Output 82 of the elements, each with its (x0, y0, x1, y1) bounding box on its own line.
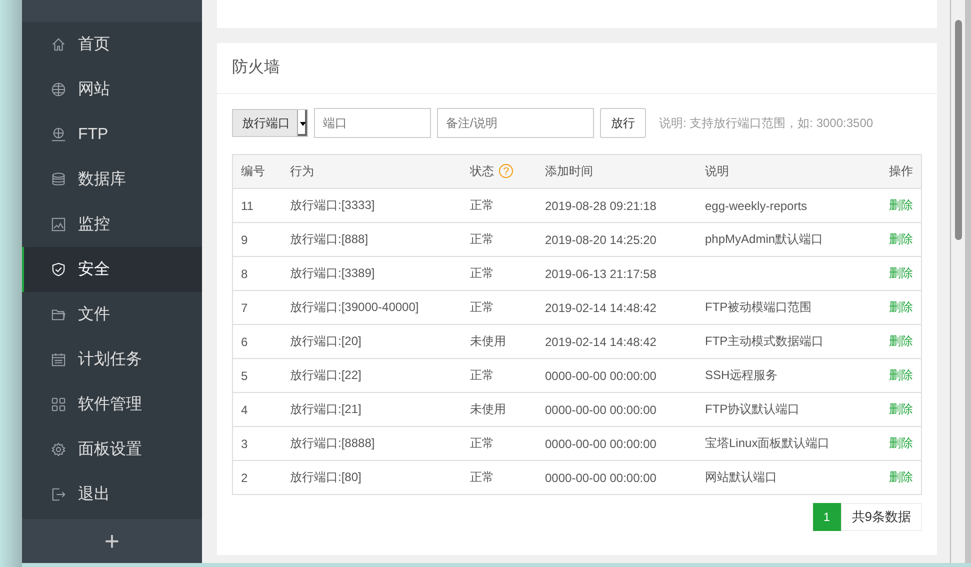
table-cell: 2019-08-28 09:21:18 (537, 188, 697, 222)
table-cell: 8 (232, 256, 282, 290)
sidebar-item[interactable]: FTP (22, 112, 202, 157)
table-cell: 0000-00-00 00:00:00 (537, 426, 697, 460)
sidebar-item[interactable]: 数据库 (22, 157, 202, 202)
table-cell: 放行端口:[888] (282, 222, 462, 256)
table-cell: 放行端口:[39000-40000] (282, 290, 462, 324)
sidebar-item[interactable]: 计划任务 (22, 337, 202, 382)
table-cell: 正常 (462, 256, 537, 290)
table-cell: 放行端口:[21] (282, 392, 462, 426)
table-cell: 9 (232, 222, 282, 256)
home-icon (51, 37, 66, 52)
table-cell: 网站默认端口 (705, 470, 777, 484)
table-cell: 正常 (462, 188, 537, 222)
column-header: 状态 ? (462, 154, 537, 188)
ftp-icon (51, 127, 66, 142)
table-cell: 11 (232, 188, 282, 222)
sidebar-item[interactable]: 网站 (22, 67, 202, 112)
sidebar-item[interactable]: 安全 (22, 247, 202, 292)
column-header: 行为 (282, 154, 462, 188)
database-icon (51, 172, 66, 187)
table-cell: 0000-00-00 00:00:00 (537, 392, 697, 426)
logout-icon (51, 487, 66, 502)
table-cell: phpMyAdmin默认端口 (705, 232, 824, 246)
table-cell: 0000-00-00 00:00:00 (537, 460, 697, 494)
table-cell: 正常 (462, 222, 537, 256)
table-cell: 放行端口:[80] (282, 460, 462, 494)
sidebar-item[interactable]: 退出 (22, 472, 202, 517)
table-cell: 未使用 (462, 392, 537, 426)
sidebar-item[interactable]: 监控 (22, 202, 202, 247)
table-cell: 正常 (462, 426, 537, 460)
sidebar-item[interactable]: 软件管理 (22, 382, 202, 427)
table-cell: 放行端口:[22] (282, 358, 462, 392)
table-cell: 放行端口:[3333] (282, 188, 462, 222)
table-cell: 2019-08-20 14:25:20 (537, 222, 697, 256)
table-cell: 7 (232, 290, 282, 324)
table-cell: 2 (232, 460, 282, 494)
table-cell: egg-weekly-reports (705, 198, 808, 212)
table-cell: 放行端口:[20] (282, 324, 462, 358)
table-cell: 4 (232, 392, 282, 426)
total-count: 共9条数据 (840, 503, 922, 531)
table-cell: 宝塔Linux面板默认端口 (705, 436, 830, 450)
table-cell: 正常 (462, 358, 537, 392)
column-header: 操作 (871, 154, 922, 188)
table-cell: FTP被动模端口范围 (705, 300, 812, 314)
table-cell: FTP主动模式数据端口 (705, 334, 824, 348)
table-cell: 5 (232, 358, 282, 392)
table-cell: 正常 (462, 460, 537, 494)
table-cell: 6 (232, 324, 282, 358)
table-cell: 放行端口:[3389] (282, 256, 462, 290)
grid-icon (51, 397, 66, 412)
monitor-icon (51, 217, 66, 232)
table-cell: 2019-02-14 14:48:42 (537, 290, 697, 324)
table-cell: 正常 (462, 290, 537, 324)
table-cell: 0000-00-00 00:00:00 (537, 358, 697, 392)
allow-button[interactable]: 放行 (600, 108, 646, 138)
sidebar-item[interactable]: 面板设置 (22, 427, 202, 472)
table-cell: 2019-06-13 21:17:58 (537, 256, 697, 290)
table-cell: 放行端口:[8888] (282, 426, 462, 460)
port-input-field[interactable]: 端口 (314, 108, 431, 138)
hint-text: 说明: 支持放行端口范围，如: 3000:3500 (659, 114, 874, 132)
settings-icon (51, 442, 66, 457)
column-header: 编号 (232, 154, 282, 188)
table-cell: 3 (232, 426, 282, 460)
shield-icon (51, 262, 66, 277)
sidebar-item[interactable]: 文件 (22, 292, 202, 337)
action-select[interactable]: 放行端口 (232, 109, 308, 137)
scrollbar-thumb[interactable] (955, 20, 962, 240)
sidebar-item[interactable]: 首页 (22, 22, 202, 67)
table-cell: FTP协议默认端口 (705, 402, 800, 416)
column-header: 添加时间 (537, 154, 697, 188)
note-input-field[interactable]: 备注/说明 (437, 108, 594, 138)
globe-icon (51, 82, 66, 97)
card-title: 防火墙 (217, 43, 937, 94)
table-cell: 未使用 (462, 324, 537, 358)
add-button[interactable]: + (22, 519, 202, 563)
column-header: 说明 (697, 154, 872, 188)
table-cell: SSH远程服务 (705, 368, 778, 382)
calendar-icon (51, 352, 66, 367)
caret-icon (297, 110, 307, 136)
table-cell: 2019-02-14 14:48:42 (537, 324, 697, 358)
folder-icon (51, 307, 66, 322)
